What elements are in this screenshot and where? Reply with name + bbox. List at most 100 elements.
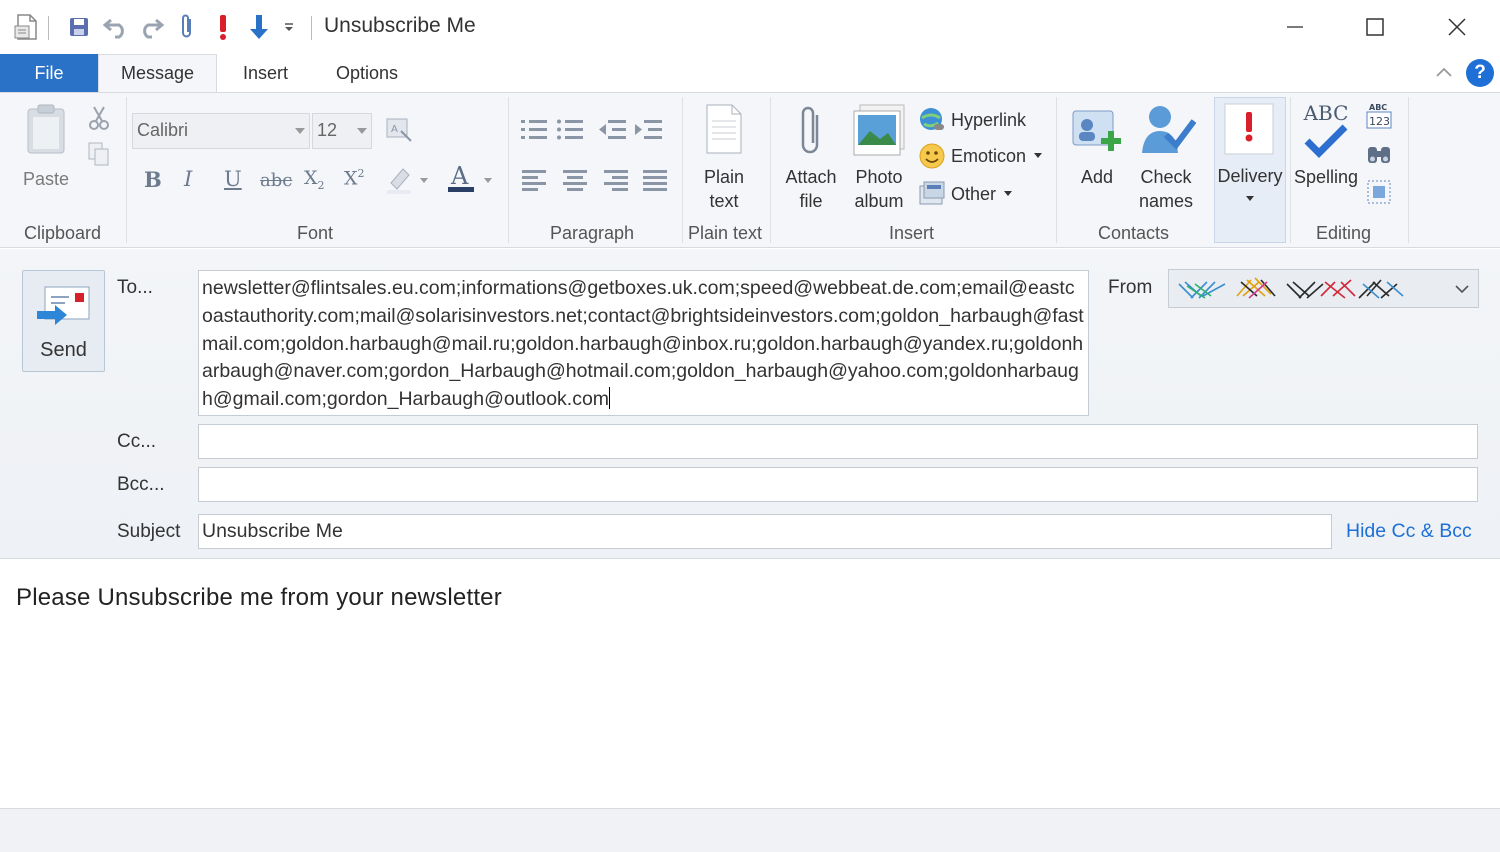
numbered-list-icon[interactable] <box>520 115 550 145</box>
maximize-button[interactable] <box>1352 10 1398 44</box>
highlight-dropdown-icon[interactable] <box>414 165 434 195</box>
from-select[interactable] <box>1168 269 1479 308</box>
subject-field[interactable]: Unsubscribe Me <box>198 514 1332 549</box>
document-icon[interactable] <box>12 12 42 42</box>
font-family-select[interactable]: Calibri <box>132 113 310 149</box>
superscript-icon[interactable]: X2 <box>344 167 365 189</box>
ribbon-tabs: File Message Insert Options ? <box>0 54 1500 92</box>
hyperlink-button[interactable]: Hyperlink <box>918 105 1026 135</box>
spelling-button[interactable]: ABC Spelling <box>1292 101 1360 189</box>
plain-text-label-2: text <box>709 191 739 211</box>
align-right-icon[interactable] <box>600 165 630 195</box>
tab-insert[interactable]: Insert <box>243 54 288 92</box>
cut-icon[interactable] <box>84 103 114 133</box>
message-body[interactable]: Please Unsubscribe me from your newslett… <box>0 560 1500 808</box>
group-divider <box>682 97 683 243</box>
svg-text:A: A <box>391 124 398 135</box>
text-cursor <box>609 387 611 410</box>
title-divider <box>311 16 312 40</box>
delivery-button[interactable]: Delivery <box>1214 97 1286 243</box>
paste-label: Paste <box>22 169 70 189</box>
send-button[interactable]: Send <box>22 270 105 372</box>
help-icon[interactable]: ? <box>1466 59 1494 87</box>
check-names-button[interactable]: Check names <box>1134 101 1198 213</box>
photo-album-label-2: album <box>854 191 904 211</box>
tab-options[interactable]: Options <box>336 54 398 92</box>
select-all-icon[interactable] <box>1364 177 1394 207</box>
decrease-indent-icon[interactable] <box>598 115 628 145</box>
redacted-sender-scribble <box>1178 277 1404 299</box>
save-icon[interactable] <box>64 12 94 42</box>
collapse-ribbon-icon[interactable] <box>1434 62 1454 82</box>
other-button[interactable]: Other <box>918 179 1014 209</box>
attach-file-label-2: file <box>799 191 823 211</box>
spelling-abc: ABC <box>1303 101 1349 125</box>
bcc-field[interactable] <box>198 467 1478 502</box>
window-title: Unsubscribe Me <box>324 14 476 37</box>
font-group-label: Font <box>297 223 334 243</box>
font-size-dropdown-icon <box>357 128 367 134</box>
emoticon-button[interactable]: Emoticon <box>918 141 1044 171</box>
attach-file-button[interactable]: Attach file <box>782 103 840 213</box>
to-button[interactable]: To... <box>117 277 153 299</box>
emoticon-label: Emoticon <box>951 145 1027 166</box>
word-count-icon[interactable]: ABC 123 <box>1364 101 1394 131</box>
tab-message[interactable]: Message <box>98 54 218 92</box>
editing-group-label: Editing <box>1316 223 1372 243</box>
other-label: Other <box>951 183 997 204</box>
minimize-button[interactable] <box>1272 10 1318 44</box>
align-left-icon[interactable] <box>520 165 550 195</box>
high-priority-icon[interactable] <box>208 12 238 42</box>
group-divider <box>508 97 509 243</box>
group-divider <box>126 97 127 243</box>
font-size-select[interactable]: 12 <box>312 113 372 149</box>
increase-indent-icon[interactable] <box>634 115 664 145</box>
align-center-icon[interactable] <box>560 165 590 195</box>
hyperlink-label: Hyperlink <box>951 109 1027 130</box>
qat-customize-icon[interactable] <box>276 12 302 42</box>
redo-icon[interactable] <box>136 12 166 42</box>
paste-button[interactable]: Paste <box>18 103 74 191</box>
check-names-label-1: Check <box>1140 167 1192 187</box>
other-icon <box>919 181 945 205</box>
tab-file[interactable]: File <box>0 54 98 92</box>
plain-text-button[interactable]: Plain text <box>700 103 748 213</box>
attach-icon[interactable] <box>172 12 202 42</box>
svg-text:123: 123 <box>1369 115 1390 128</box>
group-divider <box>1408 97 1409 243</box>
highlight-icon[interactable] <box>384 165 414 195</box>
delivery-label: Delivery <box>1217 166 1283 186</box>
check-names-label-2: names <box>1138 191 1194 211</box>
font-color-icon[interactable]: A <box>446 162 476 193</box>
italic-icon[interactable]: I <box>184 167 192 191</box>
hide-cc-bcc-link[interactable]: Hide Cc & Bcc <box>1346 520 1472 543</box>
message-header: Send To... newsletter@flintsales.eu.com;… <box>0 249 1500 559</box>
find-icon[interactable] <box>1364 139 1394 169</box>
title-bar: Unsubscribe Me <box>0 0 1500 54</box>
bcc-button[interactable]: Bcc... <box>117 474 165 496</box>
photo-album-button[interactable]: Photo album <box>848 103 910 213</box>
justify-icon[interactable] <box>640 165 670 195</box>
clear-format-icon[interactable]: A <box>384 115 414 145</box>
status-bar <box>0 808 1500 852</box>
cc-field[interactable] <box>198 424 1478 459</box>
subscript-icon[interactable]: X2 <box>304 167 325 192</box>
from-label: From <box>1108 277 1153 298</box>
strikethrough-icon[interactable]: abc <box>260 170 292 191</box>
copy-icon[interactable] <box>84 139 114 169</box>
insert-group-label: Insert <box>889 223 935 243</box>
low-priority-icon[interactable] <box>244 12 274 42</box>
add-contact-button[interactable]: Add <box>1068 103 1126 189</box>
undo-icon[interactable] <box>101 12 131 42</box>
emoticon-icon <box>919 143 945 169</box>
bulleted-list-icon[interactable] <box>556 115 586 145</box>
plain-text-label-1: Plain <box>703 167 745 187</box>
cc-button[interactable]: Cc... <box>117 431 156 453</box>
underline-icon[interactable]: U <box>224 167 242 191</box>
clipboard-group-label: Clipboard <box>24 223 102 243</box>
subject-label: Subject <box>117 521 181 542</box>
close-button[interactable] <box>1434 10 1480 44</box>
to-field[interactable]: newsletter@flintsales.eu.com;information… <box>198 270 1089 416</box>
bold-icon[interactable]: B <box>144 167 162 192</box>
font-color-dropdown-icon[interactable] <box>478 165 498 195</box>
